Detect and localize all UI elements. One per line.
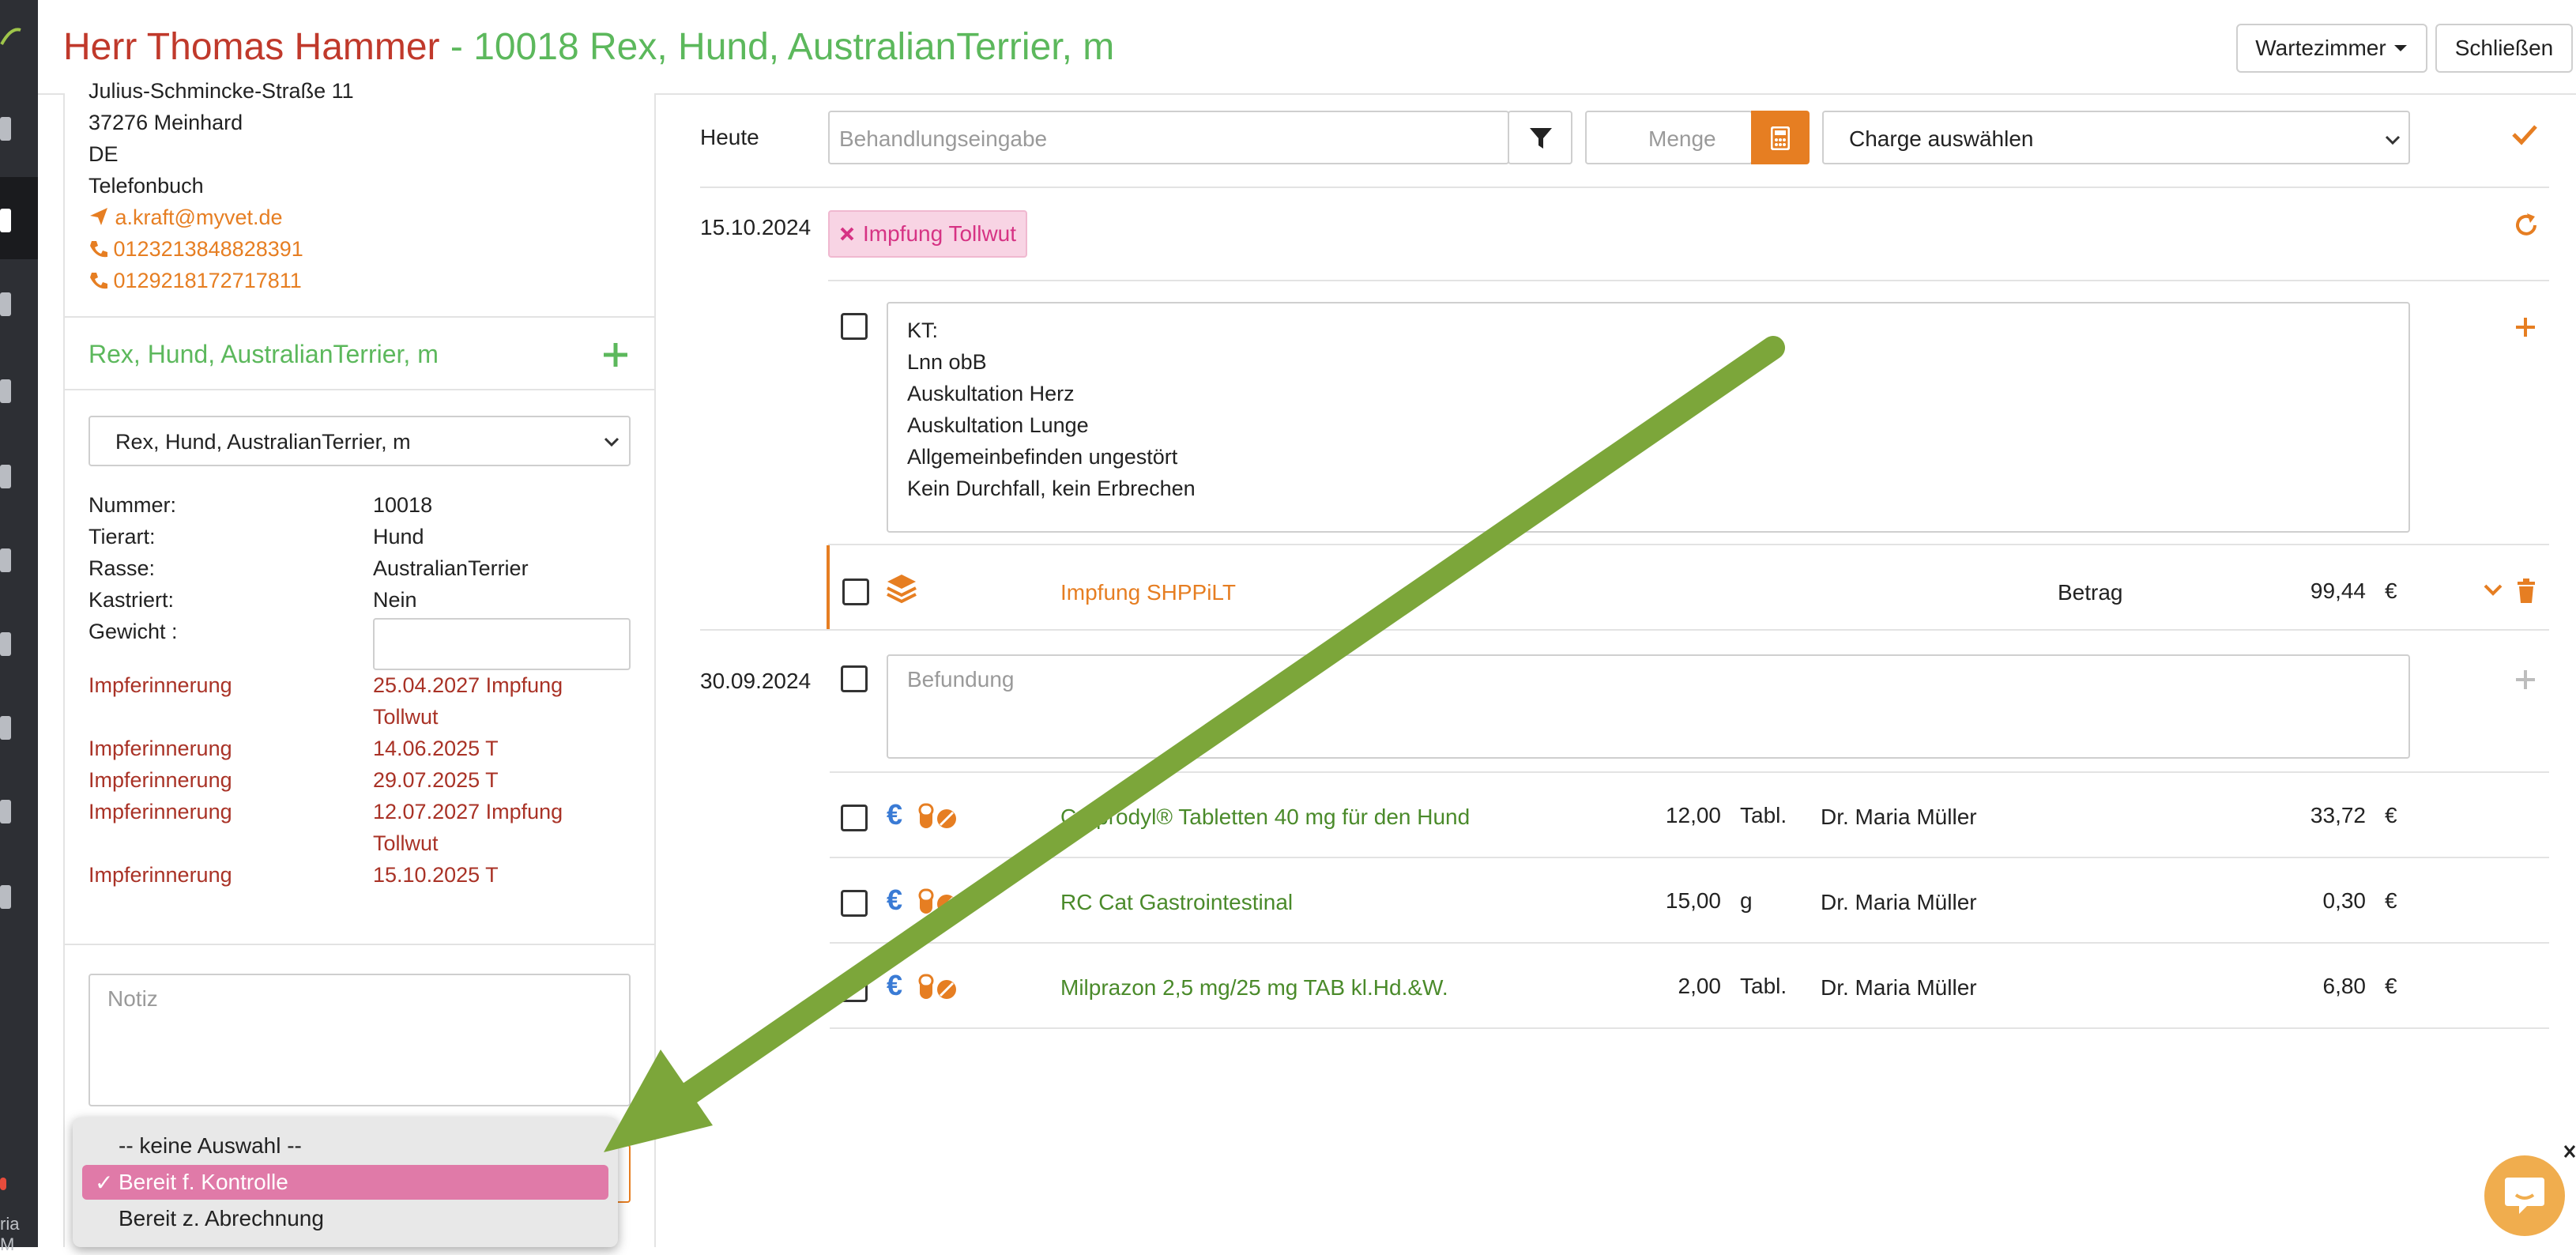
close-x-icon[interactable] [2563,1143,2576,1160]
annotation-arrow [604,336,1785,1152]
chat-button[interactable] [2484,1155,2565,1236]
chat-icon [2505,1178,2544,1214]
